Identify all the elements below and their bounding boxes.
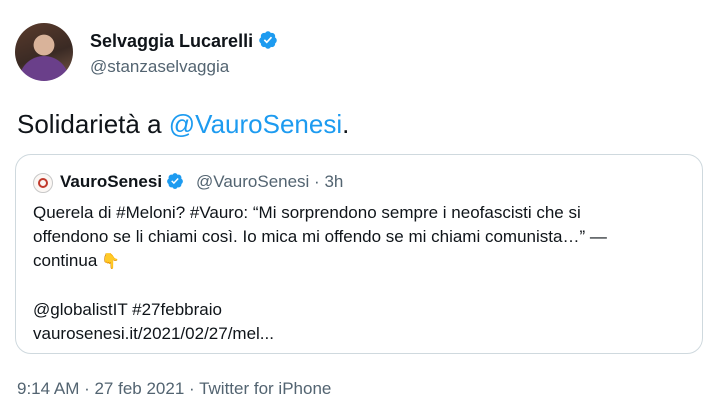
author-handle[interactable]: @stanzaselvaggia — [90, 56, 229, 78]
quoted-author-name-text[interactable]: VauroSenesi — [60, 172, 162, 191]
quoted-author-name[interactable]: VauroSenesi — [60, 171, 184, 193]
author-name[interactable]: Selvaggia Lucarelli — [90, 30, 278, 52]
tweet-card: Selvaggia Lucarelli @stanzaselvaggia Sol… — [0, 0, 720, 412]
verified-icon — [259, 31, 277, 49]
quoted-line-3-text: continua — [33, 251, 98, 270]
quoted-line-3: continua 👇 — [33, 249, 693, 274]
tweet-timestamp[interactable]: 9:14 AM · 27 feb 2021 · Twitter for iPho… — [17, 378, 331, 400]
tweet-text-suffix: . — [342, 109, 350, 139]
quoted-avatar[interactable] — [33, 173, 53, 193]
quoted-link[interactable]: vaurosenesi.it/2021/02/27/mel... — [33, 322, 693, 346]
quoted-verified-icon — [167, 173, 183, 189]
quoted-spacer — [33, 274, 693, 298]
quoted-line-1: Querela di #Meloni? #Vauro: “Mi sorprend… — [33, 203, 581, 222]
author-avatar[interactable] — [15, 23, 73, 81]
quoted-tags: @globalistIT #27febbraio — [33, 300, 222, 319]
quoted-line-2: offendono se li chiami così. Io mica mi … — [33, 227, 607, 246]
tweet-text: Solidarietà a @VauroSenesi. — [17, 108, 349, 140]
author-name-text[interactable]: Selvaggia Lucarelli — [90, 31, 253, 51]
quoted-tweet[interactable]: VauroSenesi @VauroSenesi · 3h Querela di… — [15, 154, 703, 354]
pointing-down-icon: 👇 — [101, 253, 120, 270]
mention-link[interactable]: @VauroSenesi — [169, 109, 342, 139]
tweet-text-prefix: Solidarietà a — [17, 109, 169, 139]
quoted-text: Querela di #Meloni? #Vauro: “Mi sorprend… — [33, 201, 693, 346]
quoted-handle-time[interactable]: @VauroSenesi · 3h — [196, 171, 343, 193]
